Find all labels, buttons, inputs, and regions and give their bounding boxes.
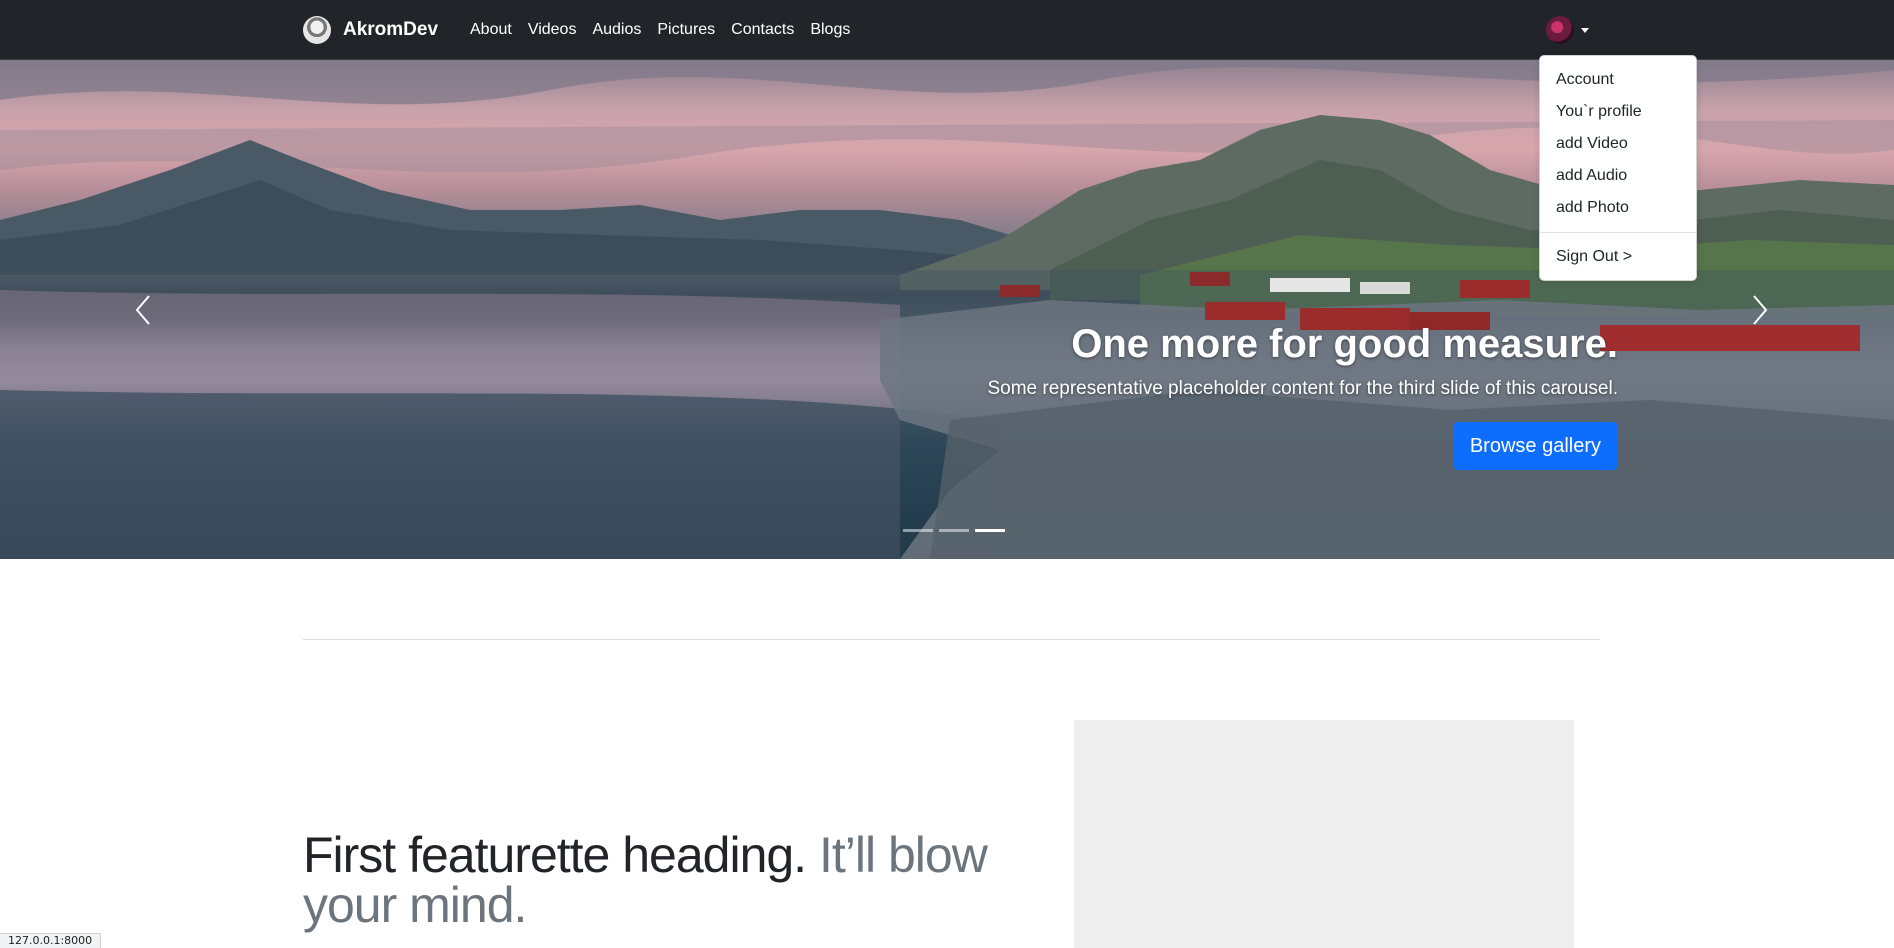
- nav-link-about[interactable]: About: [470, 21, 512, 38]
- carousel-indicator-1[interactable]: [903, 529, 933, 532]
- user-menu-toggle[interactable]: [1546, 15, 1589, 45]
- menu-item-account[interactable]: Account: [1540, 64, 1696, 96]
- brand-name: AkromDev: [343, 19, 439, 40]
- browse-gallery-button[interactable]: Browse gallery: [1452, 422, 1618, 470]
- featurette-heading: First featurette heading. It’ll blow you…: [303, 830, 1043, 930]
- featurette-divider: [303, 639, 1600, 640]
- nav-links: About Videos Audios Pictures Contacts Bl…: [470, 0, 866, 60]
- menu-item-add-photo[interactable]: add Photo: [1540, 192, 1696, 224]
- featurette-heading-main: First featurette heading.: [303, 827, 807, 883]
- dropdown-divider: [1540, 232, 1696, 233]
- menu-item-profile[interactable]: You`r profile: [1540, 96, 1696, 128]
- chevron-left-icon: [135, 295, 150, 325]
- carousel-text: Some representative placeholder content …: [987, 378, 1618, 399]
- carousel-next-button[interactable]: [1740, 280, 1780, 340]
- avatar: [1546, 16, 1574, 44]
- brand-link[interactable]: AkromDev: [303, 14, 438, 46]
- user-dropdown-menu: Account You`r profile add Video add Audi…: [1539, 55, 1697, 281]
- menu-item-add-video[interactable]: add Video: [1540, 128, 1696, 160]
- carousel-title: One more for good measure.: [1071, 322, 1618, 366]
- carousel-indicator-3[interactable]: [975, 529, 1005, 532]
- chevron-right-icon: [1753, 295, 1768, 325]
- browser-status-url: 127.0.0.1:8000: [0, 933, 102, 948]
- nav-link-videos[interactable]: Videos: [528, 21, 577, 38]
- caret-down-icon: [1581, 27, 1589, 33]
- carousel-indicators: [900, 529, 1008, 532]
- menu-item-add-audio[interactable]: add Audio: [1540, 160, 1696, 192]
- page: AkromDev About Videos Audios Pictures Co…: [0, 0, 1894, 948]
- nav-link-pictures[interactable]: Pictures: [657, 21, 715, 38]
- carousel-caption: One more for good measure. Some represen…: [718, 320, 1618, 470]
- nav-link-blogs[interactable]: Blogs: [810, 21, 850, 38]
- featurette-image-placeholder: [1074, 720, 1574, 948]
- brand-logo-icon: [303, 16, 331, 44]
- nav-link-contacts[interactable]: Contacts: [731, 21, 794, 38]
- menu-item-sign-out[interactable]: Sign Out >: [1540, 241, 1696, 273]
- carousel-indicator-2[interactable]: [939, 529, 969, 532]
- top-navbar: AkromDev About Videos Audios Pictures Co…: [0, 0, 1894, 60]
- nav-link-audios[interactable]: Audios: [592, 21, 641, 38]
- carousel-prev-button[interactable]: [123, 280, 163, 340]
